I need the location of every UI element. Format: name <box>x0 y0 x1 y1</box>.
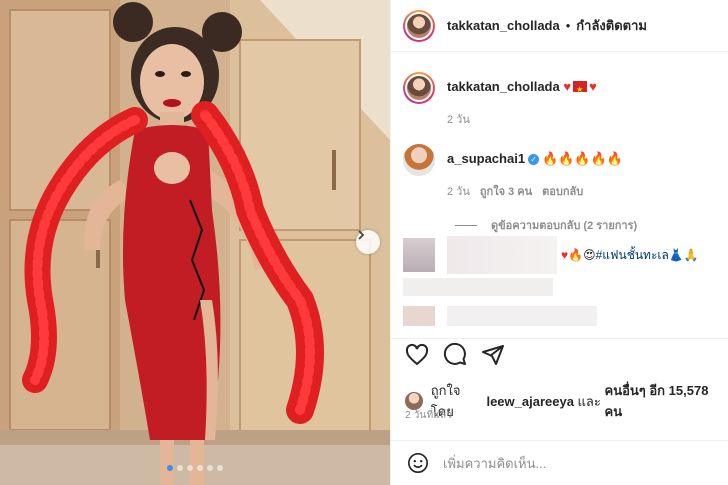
chevron-right-icon <box>358 230 365 240</box>
verified-badge-icon: ✓ <box>528 154 540 165</box>
post-image[interactable] <box>0 0 390 485</box>
vietnam-flag-icon <box>573 81 588 99</box>
caption-row: takkatan_chollada ♥ ♥ 2 วัน <box>391 72 728 128</box>
carousel-dot[interactable] <box>177 465 183 471</box>
heart-icon: ♥ <box>589 79 597 94</box>
add-comment-input[interactable]: เพิ่มความคิดเห็น... <box>443 453 546 474</box>
comment-time[interactable]: 2 วัน <box>447 182 470 200</box>
blurred-text <box>447 236 557 274</box>
carousel-dot[interactable] <box>197 465 203 471</box>
liked-by-row: ถูกใจโดย leew_ajareeya และ คนอื่นๆ อีก 1… <box>405 380 728 422</box>
caption-time[interactable]: 2 วัน <box>447 110 470 128</box>
comment-likes[interactable]: ถูกใจ 3 คน <box>480 182 532 200</box>
share-send-icon[interactable] <box>481 343 505 367</box>
liked-by-others[interactable]: คนอื่นๆ อีก 15,578 คน <box>605 380 728 422</box>
like-heart-icon[interactable] <box>405 343 429 367</box>
commenter-avatar[interactable] <box>403 144 435 176</box>
blurred-comment-visible: ♥🔥😍#แฟนชั้นทะเล👗🙏 <box>561 246 699 265</box>
post-photo-illustration <box>0 0 390 485</box>
dress-icon: 👗 <box>668 248 684 262</box>
blurred-text-2 <box>447 306 597 326</box>
carousel-dot[interactable] <box>167 465 173 471</box>
add-comment-bar: เพิ่มความคิดเห็น... <box>391 440 728 485</box>
caption-username[interactable]: takkatan_chollada <box>447 79 560 94</box>
replies-divider <box>455 224 477 226</box>
comment-bubble-icon[interactable] <box>443 343 467 367</box>
header-separator: • <box>565 18 571 33</box>
carousel-dots <box>0 465 390 471</box>
caption-avatar[interactable] <box>403 72 435 104</box>
action-bar <box>391 338 728 368</box>
commenter-username[interactable]: a_supachai1 <box>447 151 525 166</box>
blurred-avatar-2 <box>403 306 435 326</box>
blurred-comment: ♥🔥😍#แฟนชั้นทะเล👗🙏 <box>391 232 728 328</box>
author-username[interactable]: takkatan_chollada <box>447 18 560 33</box>
post-header: takkatan_chollada • กำลังติดตาม <box>391 0 728 52</box>
posted-ago[interactable]: 2 วันที่แล้ว <box>405 408 452 423</box>
reply-button[interactable]: ตอบกลับ <box>542 182 583 200</box>
fire-icon: 🔥 <box>568 248 584 262</box>
liked-by-user[interactable]: leew_ajareeya <box>486 394 573 409</box>
fire-emoji-text: 🔥🔥🔥🔥🔥 <box>542 151 623 166</box>
carousel-dot[interactable] <box>217 465 223 471</box>
comment-row: a_supachai1 ✓ 🔥🔥🔥🔥🔥 2 วัน ถูกใจ 3 คน ตอบกล… <box>391 144 728 200</box>
smile-icon: 😍 <box>583 248 596 262</box>
carousel-dot[interactable] <box>187 465 193 471</box>
hashtag-link[interactable]: #แฟนชั้นทะเล <box>596 248 669 262</box>
carousel-dot[interactable] <box>207 465 213 471</box>
liked-by-joiner: และ <box>577 393 601 409</box>
author-avatar[interactable] <box>403 9 435 42</box>
carousel-next-button[interactable] <box>356 230 380 254</box>
post-sidebar: takkatan_chollada • กำลังติดตาม takkatan… <box>390 0 728 485</box>
following-button[interactable]: กำลังติดตาม <box>576 15 647 36</box>
blurred-meta <box>403 278 553 296</box>
pray-icon: 🙏 <box>683 248 699 262</box>
heart-icon: ♥ <box>563 79 572 94</box>
blurred-avatar <box>403 238 435 272</box>
emoji-smile-icon[interactable] <box>407 452 429 474</box>
comments-list: takkatan_chollada ♥♥ 2 วัน a_supachai1✓🔥… <box>391 60 728 328</box>
